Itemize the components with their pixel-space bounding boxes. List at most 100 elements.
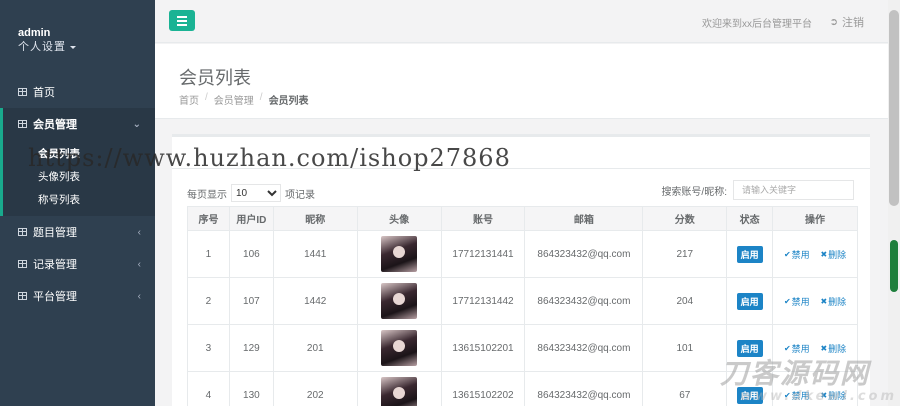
chevron-down-icon: ⌄ — [132, 118, 141, 130]
sidebar-item-members[interactable]: 会员管理 ⌄ — [0, 108, 155, 140]
cell-email: 864323432@qq.com — [524, 277, 644, 325]
cell-index: 3 — [187, 324, 230, 372]
table-icon — [18, 260, 27, 268]
sidebar-item-questions[interactable]: 题目管理 ‹ — [0, 216, 155, 248]
column-header[interactable]: 分数 — [642, 206, 728, 231]
scrollbar-thumb[interactable] — [889, 10, 899, 206]
disable-button[interactable]: ✔ 禁用 — [784, 295, 810, 308]
avatar — [381, 236, 418, 272]
cell-status: 启用 — [726, 277, 774, 325]
close-icon: ✖ — [820, 296, 828, 306]
submenu-title-list[interactable]: 称号列表 — [38, 192, 80, 207]
page-scrollbar[interactable] — [888, 0, 900, 406]
sidebar-item-label: 平台管理 — [33, 291, 77, 303]
table-row: 1 106 1441 17712131441 864323432@qq.com … — [187, 230, 858, 278]
menu-toggle-button[interactable] — [169, 10, 195, 31]
sidebar-item-home[interactable]: 首页 — [0, 76, 155, 108]
cell-score: 217 — [642, 230, 728, 278]
cell-user-id: 129 — [228, 324, 274, 372]
column-header[interactable]: 操作 — [772, 206, 858, 231]
cell-score: 67 — [642, 371, 728, 406]
welcome-text: 欢迎来到xx后台管理平台 — [702, 19, 812, 30]
sidebar-item-label: 记录管理 — [33, 259, 77, 271]
cell-account: 17712131442 — [440, 277, 526, 325]
column-header[interactable]: 用户ID — [228, 206, 274, 231]
table-icon — [18, 228, 27, 236]
page-title: 会员列表 — [179, 68, 251, 88]
logout-label: 注销 — [842, 17, 864, 29]
column-header[interactable]: 序号 — [187, 206, 230, 231]
delete-label: 删除 — [828, 296, 847, 307]
settings-label: 个人设置 — [18, 41, 66, 53]
cell-score: 101 — [642, 324, 728, 372]
search-label: 搜索账号/昵称: — [661, 186, 727, 198]
perpage-prefix: 每页显示 — [187, 189, 227, 201]
avatar — [381, 330, 418, 366]
cell-index: 4 — [187, 371, 230, 406]
chevron-left-icon: ‹ — [137, 258, 141, 270]
disable-button[interactable]: ✔ 禁用 — [784, 248, 810, 261]
hamburger-icon-line — [177, 23, 187, 26]
delete-label: 删除 — [828, 249, 847, 260]
breadcrumb-home[interactable]: 首页 — [179, 92, 199, 107]
scrollbar-marker — [890, 240, 898, 292]
delete-button[interactable]: ✖ 删除 — [820, 295, 846, 308]
column-header[interactable]: 状态 — [726, 206, 774, 231]
cell-nickname: 1442 — [272, 277, 358, 325]
username: admin — [18, 27, 51, 39]
logout-link[interactable]: ➲ 注销 — [830, 14, 864, 30]
check-circle-icon: ✔ — [783, 249, 791, 259]
status-badge: 启用 — [736, 292, 763, 310]
search-input[interactable] — [733, 180, 854, 200]
column-header[interactable]: 昵称 — [272, 206, 358, 231]
perpage-suffix: 项记录 — [285, 189, 315, 201]
cell-index: 1 — [187, 230, 230, 278]
table-icon — [18, 292, 27, 300]
cell-email: 864323432@qq.com — [524, 371, 644, 406]
settings-dropdown[interactable]: 个人设置 — [18, 40, 76, 54]
column-header[interactable]: 账号 — [440, 206, 526, 231]
page-size-select[interactable]: 10 — [231, 184, 281, 202]
sidebar-item-label: 首页 — [33, 87, 55, 99]
table-header-row: 序号 用户ID 昵称 头像 账号 邮箱 分数 状态 操作 — [187, 206, 858, 231]
cell-nickname: 1441 — [272, 230, 358, 278]
column-header[interactable]: 邮箱 — [524, 206, 644, 231]
delete-button[interactable]: ✖ 删除 — [820, 248, 846, 261]
disable-label: 禁用 — [791, 296, 810, 307]
breadcrumb-members[interactable]: 会员管理 — [214, 92, 254, 107]
caret-down-icon — [70, 45, 76, 49]
watermark-url: https://www.huzhan.com/ishop27868 — [28, 144, 511, 172]
sidebar: admin 个人设置 首页 会员管理 ⌄ 会员列表 头像列表 称号列表 题目管理… — [0, 0, 155, 406]
breadcrumb-separator: / — [259, 92, 263, 103]
cell-avatar — [356, 324, 442, 372]
page-size-control: 每页显示 10 项记录 — [187, 184, 315, 202]
cell-actions: ✔ 禁用 ✖ 删除 — [772, 230, 858, 278]
close-icon: ✖ — [820, 249, 828, 259]
chevron-left-icon: ‹ — [137, 290, 141, 302]
watermark-logo: 刀客源码网 — [720, 357, 871, 390]
sign-out-icon: ➲ — [829, 16, 838, 28]
breadcrumb-separator: / — [205, 92, 208, 103]
chevron-left-icon: ‹ — [137, 226, 141, 238]
cell-score: 204 — [642, 277, 728, 325]
cell-account: 13615102201 — [440, 324, 526, 372]
search-control: 搜索账号/昵称: — [661, 180, 854, 200]
hamburger-icon-line — [177, 19, 187, 22]
sidebar-item-platform[interactable]: 平台管理 ‹ — [0, 280, 155, 312]
breadcrumb: 首页 / 会员管理 / 会员列表 — [179, 92, 309, 107]
column-header[interactable]: 头像 — [356, 206, 442, 231]
cell-account: 13615102202 — [440, 371, 526, 406]
avatar — [381, 377, 418, 406]
table-icon — [18, 120, 27, 128]
sidebar-item-label: 题目管理 — [33, 227, 77, 239]
sidebar-item-records[interactable]: 记录管理 ‹ — [0, 248, 155, 280]
cell-avatar — [356, 230, 442, 278]
sidebar-item-label: 会员管理 — [33, 119, 77, 131]
cell-avatar — [356, 277, 442, 325]
cell-account: 17712131441 — [440, 230, 526, 278]
cell-user-id: 107 — [228, 277, 274, 325]
cell-email: 864323432@qq.com — [524, 324, 644, 372]
cell-actions: ✔ 禁用 ✖ 删除 — [772, 277, 858, 325]
cell-user-id: 106 — [228, 230, 274, 278]
table-icon — [18, 88, 27, 96]
